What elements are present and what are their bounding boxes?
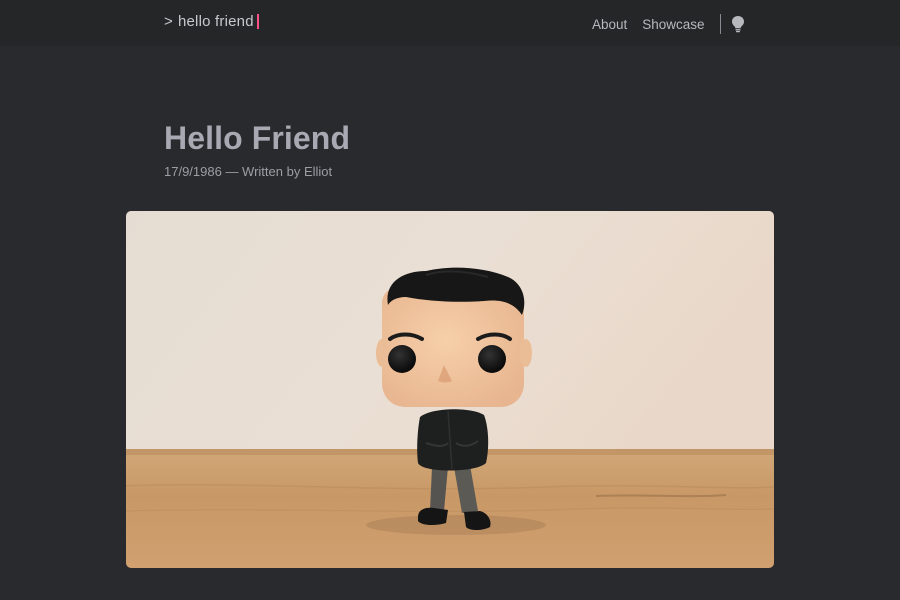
site-header: > hello friend About Showcase: [0, 0, 900, 46]
post-meta: 17/9/1986 — Written by Elliot: [164, 164, 333, 179]
lightbulb-icon[interactable]: [731, 15, 745, 33]
main-menu: About Showcase: [592, 14, 745, 34]
logo-text: hello friend: [177, 13, 254, 30]
post-cover-image: [126, 211, 774, 568]
post-title: Hello Friend: [164, 120, 351, 156]
menu-divider: [719, 14, 721, 34]
logo-prompt: >: [164, 13, 173, 30]
menu-item-about[interactable]: About: [592, 17, 627, 32]
logo-cursor: [256, 14, 259, 29]
menu-item-showcase[interactable]: Showcase: [642, 17, 704, 32]
site-logo[interactable]: > hello friend: [164, 13, 259, 30]
